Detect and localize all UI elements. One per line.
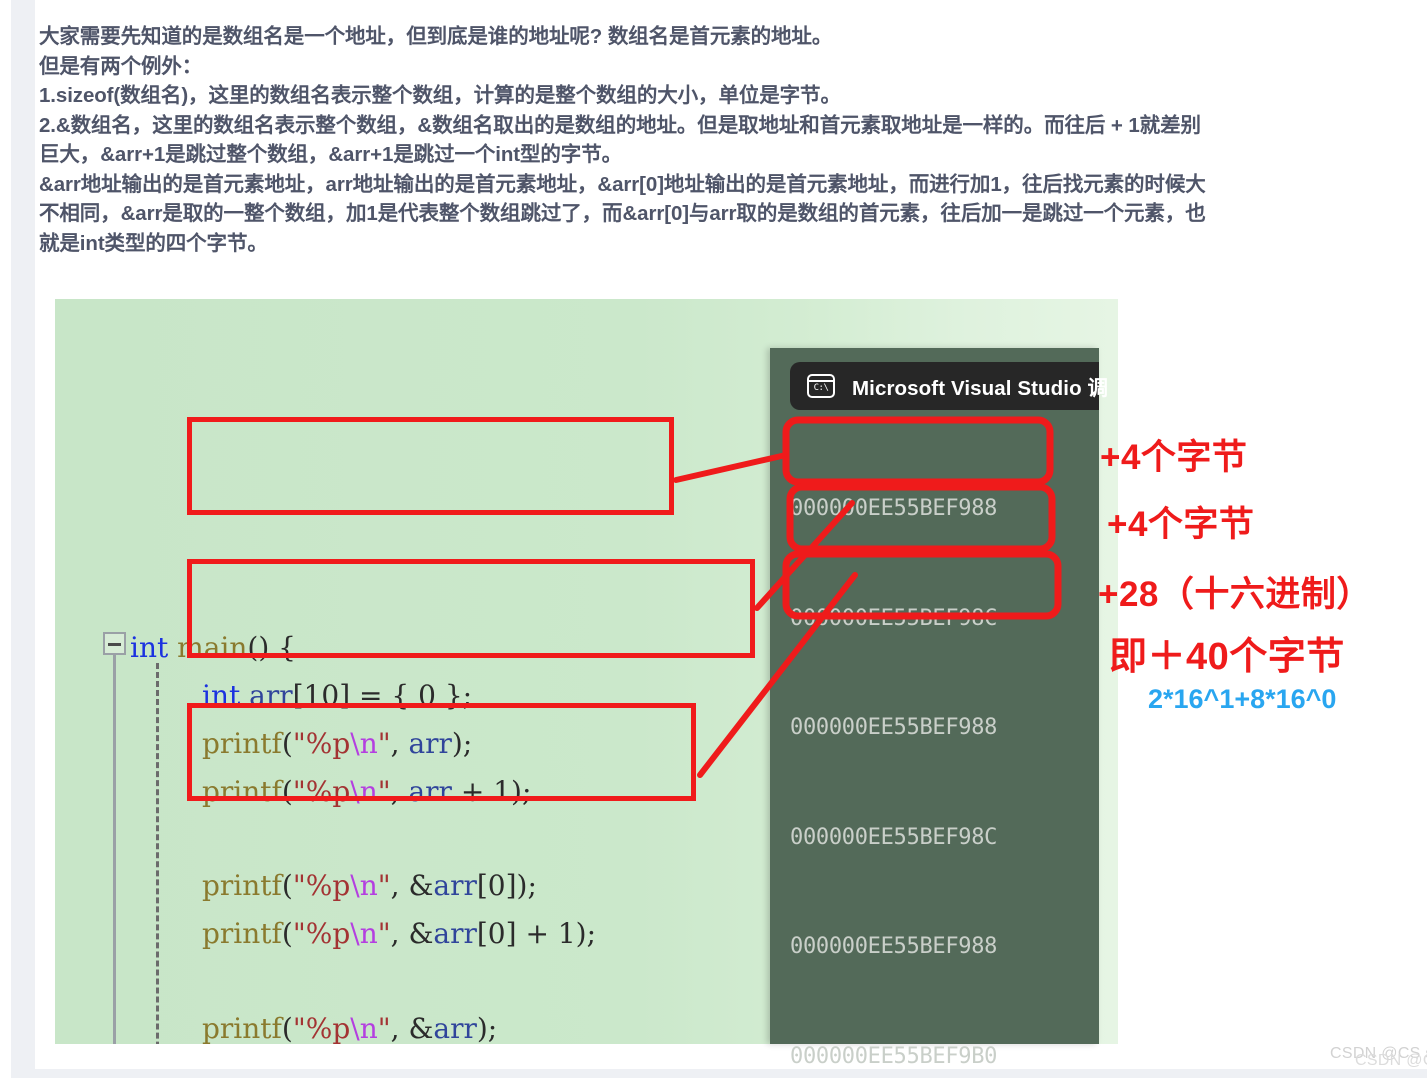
article-paragraph: 2.&数组名，这里的数组名表示整个数组，&数组名取出的是数组的地址。但是取地址和… [39, 113, 1201, 137]
console-output-line: 000000EE55BEF988 [790, 496, 998, 521]
annotation-plus-4-bytes-2: +4个字节 [1107, 505, 1255, 544]
article-body: 大家需要先知道的是数组名是一个地址，但到底是谁的地址呢? 数组名是首元素的地址。… [39, 22, 1423, 258]
highlight-box-arr [187, 417, 674, 515]
console-output-line: 000000EE55BEF98C [790, 824, 998, 850]
left-gutter [0, 0, 11, 1078]
console-icon-label: C:\ [813, 383, 829, 393]
highlight-box-amp-arr [187, 703, 696, 801]
article-paragraph: 但是有两个例外： [39, 54, 203, 78]
console-output-line: 000000EE55BEF988 [790, 715, 998, 740]
article-paragraph: 巨大，&arr+1是跳过整个数组，&arr+1是跳过一个int型的字节。 [39, 143, 623, 166]
console-output-line: 000000EE55BEF988 [790, 934, 998, 959]
article-paragraph: 就是int类型的四个字节。 [39, 231, 268, 255]
console-output-line: 000000EE55BEF98C [790, 605, 998, 631]
console-output-line: 000000EE55BEF9B0 [790, 1043, 998, 1069]
watermark-csdn-shadow: CSDN @CS semi [1355, 1052, 1427, 1069]
code-line: printf("%p\n", &arr[0] + 1); [202, 917, 597, 950]
console-titlebar[interactable]: C:\ Microsoft Visual Studio 调 [790, 362, 1108, 410]
console-title: Microsoft Visual Studio 调 [852, 377, 1109, 400]
article-paragraph: 1.sizeof(数组名)，这里的数组名表示整个数组，计算的是整个数组的大小，单… [39, 84, 841, 107]
highlight-box-arr-index [187, 559, 755, 658]
console-output: 000000EE55BEF988 000000EE55BEF98C 000000… [790, 418, 1099, 1078]
annotation-formula: 2*16^1+8*16^0 [1148, 684, 1337, 714]
code-indent-guide [156, 663, 159, 1044]
code-line: printf("%p\n", &arr); [202, 1012, 498, 1044]
console-window-icon: C:\ [807, 374, 835, 398]
article-page: 大家需要先知道的是数组名是一个地址，但到底是谁的地址呢? 数组名是首元素的地址。… [35, 0, 1427, 1069]
screenshot-root: 大家需要先知道的是数组名是一个地址，但到底是谁的地址呢? 数组名是首元素的地址。… [0, 0, 1427, 1078]
article-paragraph: 不相同，&arr是取的一整个数组，加1是代表整个数组跳过了，而&arr[0]与a… [39, 202, 1206, 225]
code-line: printf("%p\n", &arr[0]); [202, 869, 537, 902]
article-paragraph: 大家需要先知道的是数组名是一个地址，但到底是谁的地址呢? 数组名是首元素的地址。 [39, 25, 833, 48]
console-window: C:\ Microsoft Visual Studio 调 000000EE55… [770, 348, 1108, 1069]
code-text: int main() { int arr[10] = { 0 }; printf… [55, 299, 596, 1044]
annotation-plus-40-bytes: 即＋40个字节 [1109, 636, 1345, 678]
article-paragraph: &arr地址输出的是首元素地址，arr地址输出的是首元素地址，&arr[0]地址… [39, 172, 1206, 196]
annotation-plus-4-bytes-1: +4个字节 [1100, 438, 1248, 477]
annotation-plus-28-hex: +28（十六进制） [1098, 575, 1372, 614]
